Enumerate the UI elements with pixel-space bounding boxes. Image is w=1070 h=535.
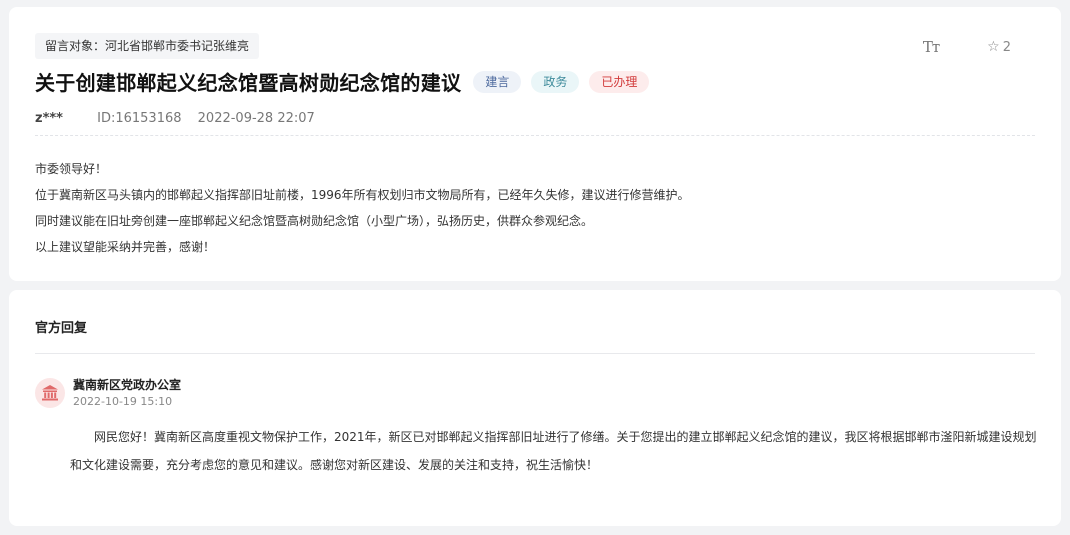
message-body: 市委领导好！ 位于冀南新区马头镇内的邯郸起义指挥部旧址前楼，1996年所有权划归… <box>35 156 1035 260</box>
government-building-icon <box>42 385 58 401</box>
message-target-label: 留言对象：河北省邯郸市委书记张维亮 <box>35 33 260 59</box>
message-id: ID:16153168 <box>97 111 182 126</box>
author-name: z*** <box>35 111 63 126</box>
reply-datetime: 2022-10-19 15:10 <box>73 395 173 408</box>
status-badge: 已办理 <box>589 70 650 93</box>
message-datetime: 2022-09-28 22:07 <box>197 111 315 126</box>
reply-section-title: 官方回复 <box>35 321 88 336</box>
message-body-line: 以上建议望能采纳并完善，感谢！ <box>35 240 216 254</box>
tag-suggestion: 建言 <box>473 70 522 93</box>
reply-body: 网民您好！冀南新区高度重视文物保护工作，2021年，新区已对邯郸起义指挥部旧址进… <box>70 430 1037 472</box>
divider <box>35 353 1035 354</box>
title-row: 关于创建邯郸起义纪念馆暨高树勋纪念馆的建议 建言 政务 已办理 <box>35 67 650 96</box>
avatar <box>35 378 65 408</box>
favorite-count: 2 <box>1002 39 1011 55</box>
star-icon: ☆ <box>987 39 1000 55</box>
message-body-line: 位于冀南新区马头镇内的邯郸起义指挥部旧址前楼，1996年所有权划归市文物局所有，… <box>35 188 690 202</box>
message-body-line: 同时建议能在旧址旁创建一座邯郸起义纪念馆暨高树勋纪念馆（小型广场），弘扬历史，供… <box>35 214 594 228</box>
message-meta: z*** ID:16153168 2022-09-28 22:07 <box>35 111 315 126</box>
official-reply-card: 官方回复 冀南新区党政办公室 2022-10-19 15:10 网民您好！冀南新… <box>9 290 1061 526</box>
message-card: 留言对象：河北省邯郸市委书记张维亮 Tт ☆ 2 关于创建邯郸起义纪念馆暨高树勋… <box>9 7 1061 281</box>
favorite-button[interactable]: ☆ 2 <box>987 39 1011 55</box>
tag-government: 政务 <box>531 70 580 93</box>
message-toolbar: Tт ☆ 2 <box>923 38 1011 56</box>
divider <box>35 135 1035 136</box>
message-body-line: 市委领导好！ <box>35 162 108 176</box>
message-title: 关于创建邯郸起义纪念馆暨高树勋纪念馆的建议 <box>35 71 462 95</box>
reply-department: 冀南新区党政办公室 <box>73 378 182 392</box>
font-size-icon[interactable]: Tт <box>923 38 940 56</box>
